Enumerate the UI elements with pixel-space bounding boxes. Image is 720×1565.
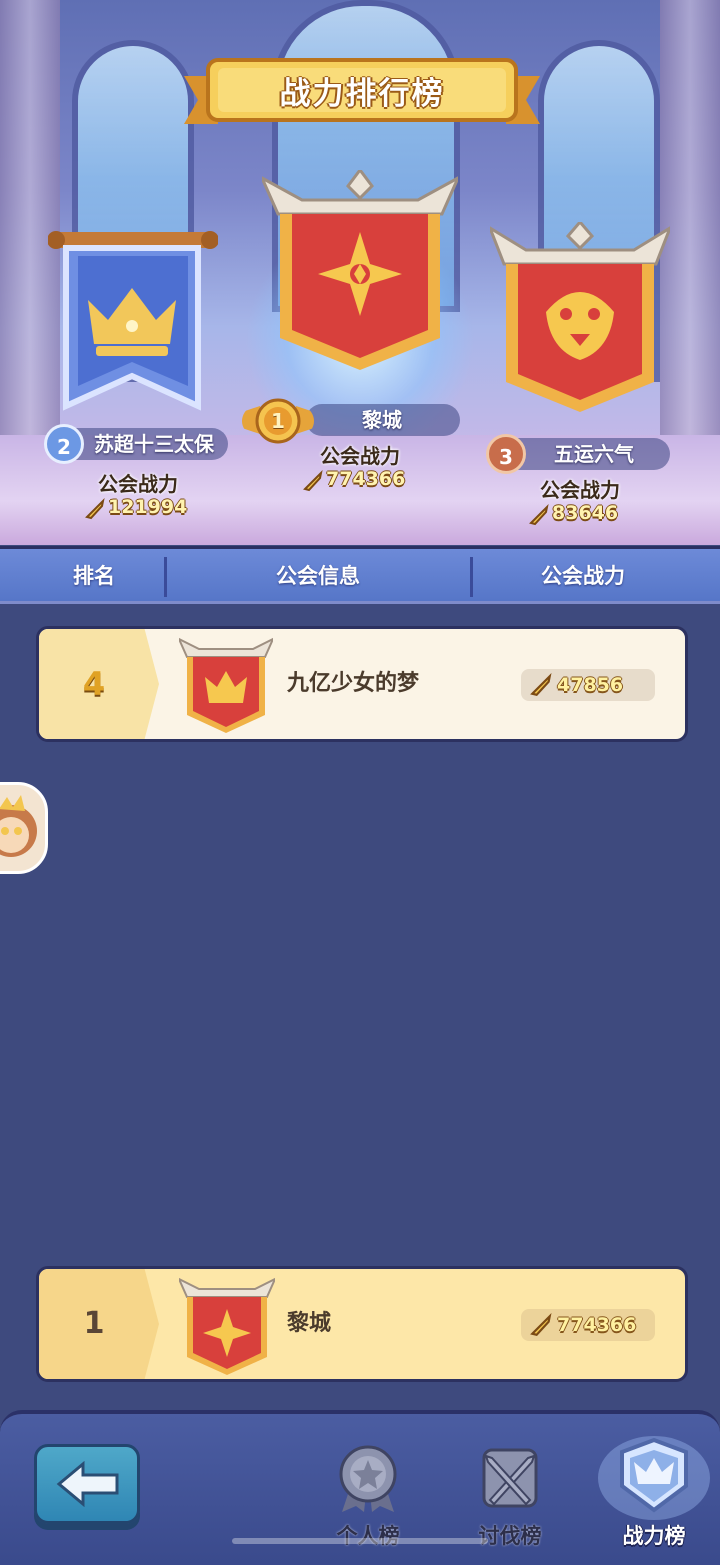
my-row-power-badge: 774366 — [521, 1309, 655, 1341]
sword-power-icon — [303, 470, 323, 492]
my-row-power-value: 774366 — [557, 1314, 637, 1336]
back-button[interactable] — [34, 1444, 140, 1524]
header-guild-power: 公会战力 — [541, 564, 625, 588]
podium-power-label: 公会战力 — [98, 472, 178, 496]
tab-power-rank[interactable]: 战力榜 — [598, 1436, 710, 1550]
guild-banner-rank-3[interactable] — [490, 222, 670, 418]
podium-name-pill-1: 黎城 — [306, 404, 460, 436]
bronze-rank-medal-icon: 3 — [486, 434, 526, 474]
row-power-value: 47856 — [557, 674, 624, 696]
sword-power-icon — [530, 673, 552, 697]
podium-power-value: 774366 — [326, 468, 406, 490]
tab-crusade-rank[interactable]: 讨伐榜 — [460, 1440, 560, 1550]
character-face-icon — [0, 795, 37, 857]
podium-guild-name: 五运六气 — [554, 442, 634, 466]
crossed-swords-icon — [482, 1448, 538, 1508]
podium-power-value: 121994 — [108, 496, 188, 518]
sword-power-icon — [85, 498, 105, 520]
podium-power-value: 83646 — [552, 502, 619, 524]
header-rank: 排名 — [73, 564, 115, 588]
guild-banner-rank-1[interactable] — [262, 170, 458, 380]
sword-power-icon — [530, 1313, 552, 1337]
guild-banner-rank-2[interactable] — [48, 226, 218, 416]
podium-rank-number: 1 — [271, 409, 285, 433]
row-rank: 4 — [82, 665, 106, 703]
home-indicator[interactable] — [232, 1538, 488, 1544]
back-arrow-icon — [56, 1461, 119, 1507]
podium-guild-name: 黎城 — [362, 408, 402, 432]
crown-shield-icon — [598, 1436, 710, 1520]
my-rank-row[interactable]: 1 黎城 774366 — [36, 1266, 688, 1382]
silver-rank-medal-icon: 2 — [44, 424, 84, 464]
my-row-rank: 1 — [83, 1306, 105, 1341]
sword-power-icon — [529, 504, 549, 526]
tab-label: 个人榜 — [336, 1524, 400, 1548]
guild-star-banner-icon — [179, 1277, 275, 1375]
row-power-badge: 47856 — [521, 669, 655, 701]
title-ribbon — [184, 58, 540, 124]
list-header: 排名 公会信息 公会战力 — [0, 546, 720, 604]
guild-crown-banner-icon — [179, 637, 273, 733]
podium-guild-name: 苏超十三太保 — [94, 432, 214, 456]
tab-personal-rank[interactable]: 个人榜 — [318, 1440, 418, 1550]
star-medal-icon — [339, 1445, 397, 1512]
tab-label: 讨伐榜 — [478, 1524, 542, 1548]
my-row-guild-name: 黎城 — [287, 1311, 332, 1336]
row-guild-name: 九亿少女的梦 — [287, 671, 420, 696]
podium-rank-number: 2 — [57, 435, 71, 459]
tab-label: 战力榜 — [622, 1524, 686, 1548]
podium-power-label: 公会战力 — [320, 444, 400, 468]
podium-rank-number: 3 — [499, 445, 513, 469]
podium-power-label: 公会战力 — [540, 478, 620, 502]
floating-character-avatar[interactable] — [0, 782, 48, 874]
hero-podium: 战力排行榜 黎城 1 公会战力 774366 苏超十三太保 2 公会战力 121… — [0, 0, 720, 545]
table-row[interactable]: 4 九亿少女的梦 47856 — [36, 626, 688, 742]
header-guild-info: 公会信息 — [276, 564, 360, 588]
